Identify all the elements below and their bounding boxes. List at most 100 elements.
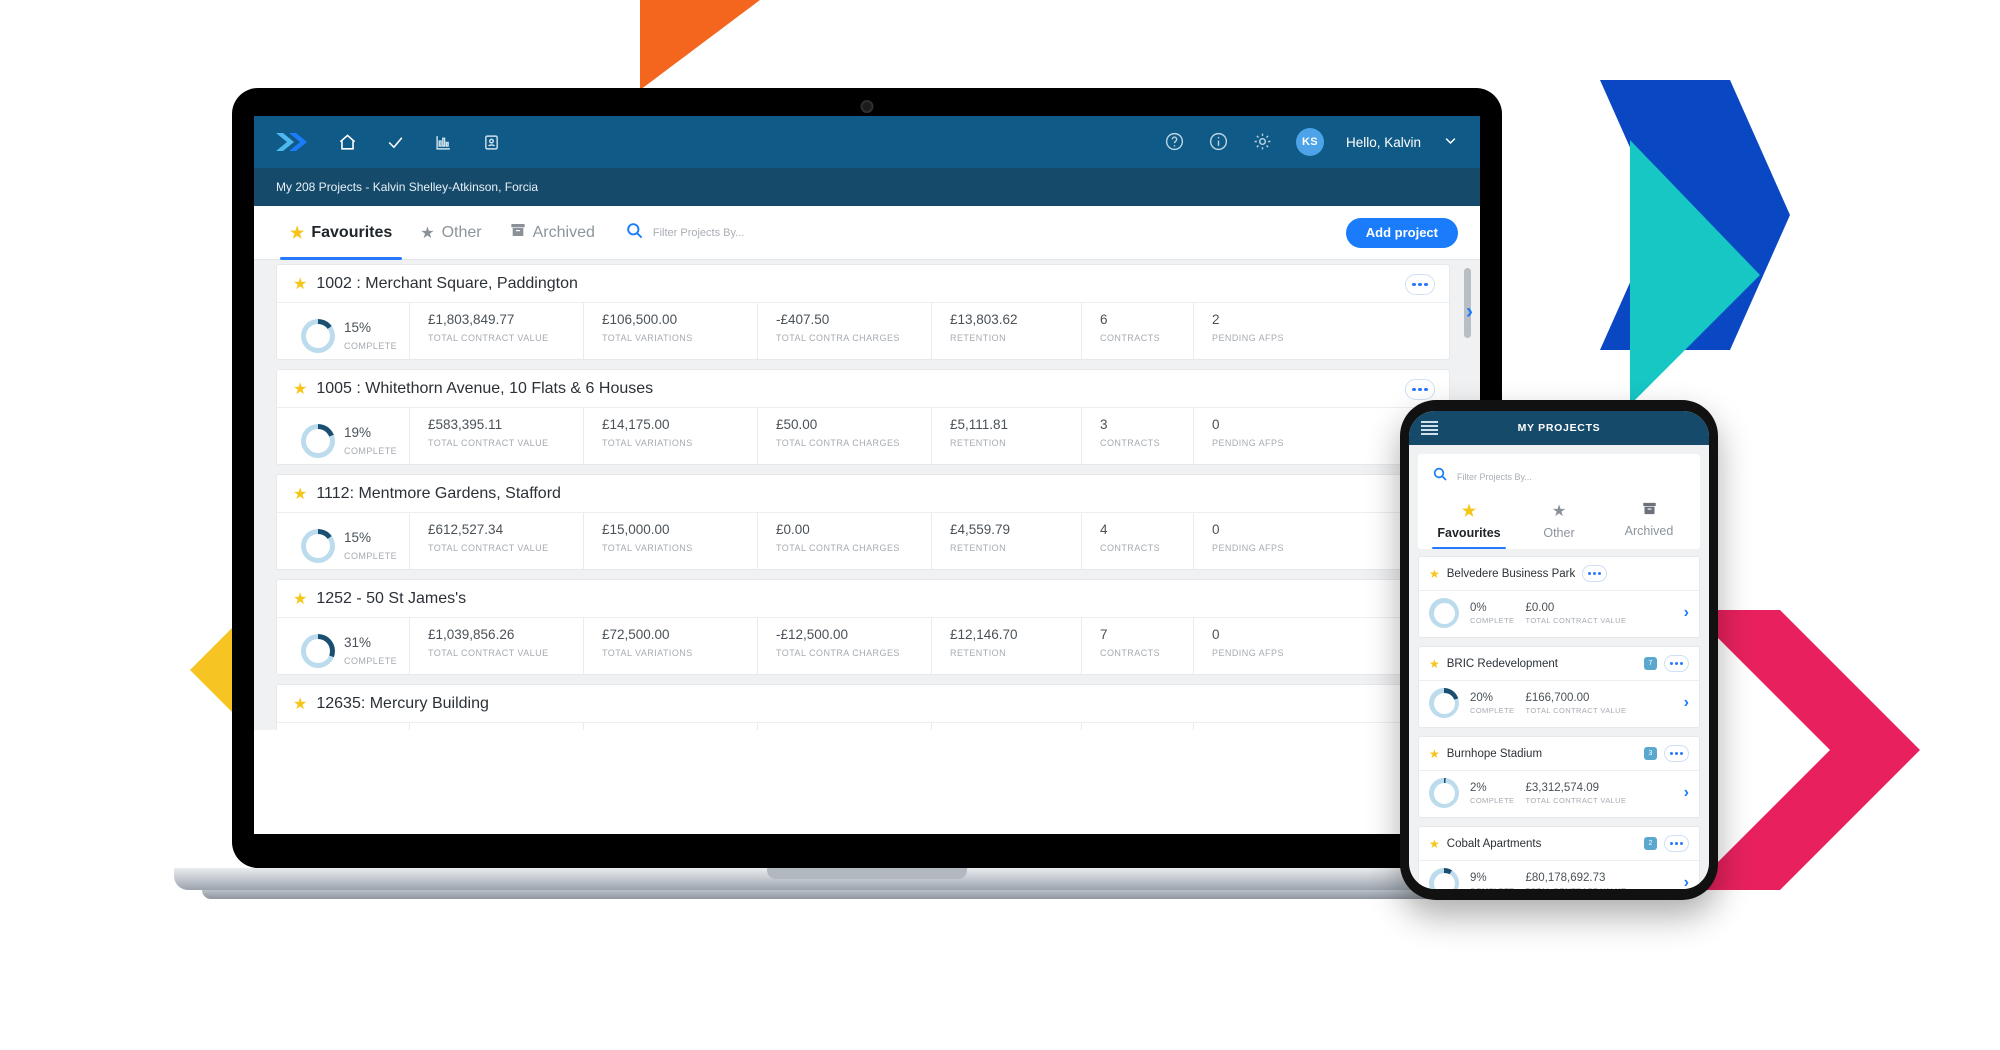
mobile-metric-contract-value: £3,312,574.09 TOTAL CONTRACT VALUE <box>1525 782 1626 805</box>
metric-contra: £50.00 TOTAL CONTRA CHARGES <box>757 408 931 464</box>
metric-variations-label: TOTAL VARIATIONS <box>602 437 693 448</box>
star-filled-icon[interactable]: ★ <box>293 694 307 714</box>
project-title: 1002 : Merchant Square, Paddington <box>316 274 578 292</box>
mobile-tab-favourites[interactable]: ★ Favourites <box>1424 497 1514 549</box>
search-placeholder: Filter Projects By... <box>652 226 745 239</box>
archive-box-icon <box>1642 501 1657 519</box>
metric-contracts-label: CONTRACTS <box>1100 437 1161 448</box>
star-filled-icon[interactable]: ★ <box>1429 567 1440 581</box>
mobile-project-list[interactable]: ★ Belvedere Business Park 0% COMPLETE £0… <box>1409 549 1709 889</box>
metric-contra-label: TOTAL CONTRA CHARGES <box>776 332 900 343</box>
tabs-toolbar: ★ Favourites ★ Other Archived Filter Pro… <box>254 206 1480 260</box>
metric-pending: 0 PENDING AFPS <box>1193 723 1305 730</box>
mobile-project-header: ★ Cobalt Apartments 2 <box>1419 827 1699 861</box>
mobile-metric-complete-value: 9% <box>1470 871 1487 884</box>
info-icon[interactable] <box>1208 131 1230 153</box>
star-filled-icon[interactable]: ★ <box>1429 837 1440 851</box>
open-project-chevron-icon[interactable]: › <box>1684 694 1689 712</box>
phone-body: MY PROJECTS Filter Projects By... ★ Favo… <box>1400 400 1718 900</box>
mobile-project-card[interactable]: ★ Cobalt Apartments 2 9% COMPLETE £80,17… <box>1418 826 1700 889</box>
project-title: 1252 - 50 St James's <box>316 589 467 607</box>
metric-complete-value: 15% <box>344 320 372 336</box>
mobile-project-card[interactable]: ★ Burnhope Stadium 3 2% COMPLETE £3,312,… <box>1418 736 1700 818</box>
metric-retention-label: RETENTION <box>950 542 1007 553</box>
open-project-chevron-icon[interactable]: › <box>1684 874 1689 889</box>
mobile-project-name: Belvedere Business Park <box>1446 567 1576 580</box>
project-card[interactable]: ★ 1112: Mentmore Gardens, Stafford 15% C… <box>276 474 1450 570</box>
app-logo-icon[interactable] <box>276 131 310 153</box>
mobile-project-header: ★ Burnhope Stadium 3 <box>1419 737 1699 771</box>
metric-contra-value: £0.00 <box>776 522 810 537</box>
metric-variations: £72,500.00 TOTAL VARIATIONS <box>583 618 757 674</box>
metric-contracts: 2 CONTRACTS <box>1081 723 1193 730</box>
project-card[interactable]: ★ 1252 - 50 St James's 31% COMPLETE £1,0… <box>276 579 1450 675</box>
mobile-tab-archived-label: Archived <box>1624 524 1674 538</box>
mobile-search-field[interactable]: Filter Projects By... <box>1418 454 1700 497</box>
tab-other[interactable]: ★ Other <box>406 206 495 260</box>
star-filled-icon[interactable]: ★ <box>293 274 307 294</box>
mobile-project-actions-menu[interactable] <box>1664 835 1689 852</box>
open-project-chevron-icon[interactable]: › <box>1684 784 1689 802</box>
open-project-chevron-icon[interactable]: › <box>1466 300 1473 324</box>
mobile-tab-other[interactable]: ★ Other <box>1514 497 1604 549</box>
metric-contra-value: -£407.50 <box>776 312 830 327</box>
project-card-header: ★ 1112: Mentmore Gardens, Stafford <box>277 475 1449 513</box>
progress-donut <box>1429 688 1459 718</box>
mobile-tab-archived[interactable]: Archived <box>1604 497 1694 549</box>
star-filled-icon[interactable]: ★ <box>293 484 307 504</box>
metric-retention: £5,111.81 RETENTION <box>931 408 1081 464</box>
metric-pending: 0 PENDING AFPS <box>1193 408 1305 464</box>
star-filled-icon[interactable]: ★ <box>293 379 307 399</box>
add-project-button[interactable]: Add project <box>1345 217 1458 248</box>
metric-variations-label: TOTAL VARIATIONS <box>602 332 693 343</box>
avatar[interactable]: KS <box>1295 128 1324 156</box>
mobile-project-actions-menu[interactable] <box>1664 745 1689 762</box>
mobile-project-metrics: 9% COMPLETE £80,178,692.73 TOTAL CONTRAC… <box>1419 861 1699 889</box>
project-list[interactable]: ★ 1002 : Merchant Square, Paddington 15%… <box>254 260 1480 730</box>
check-icon[interactable] <box>384 131 406 153</box>
star-filled-icon[interactable]: ★ <box>293 589 307 609</box>
metric-complete-value: 15% <box>344 530 372 546</box>
metric-complete: 15% COMPLETE <box>287 513 409 569</box>
star-filled-icon[interactable]: ★ <box>1429 657 1440 671</box>
metric-pending-label: PENDING AFPS <box>1212 542 1284 553</box>
chart-icon[interactable] <box>432 131 454 153</box>
project-card[interactable]: ★ 1002 : Merchant Square, Paddington 15%… <box>276 264 1473 360</box>
mobile-metric-complete: 9% COMPLETE <box>1470 872 1514 890</box>
search-field[interactable]: Filter Projects By... <box>625 221 744 245</box>
mobile-project-card[interactable]: ★ Belvedere Business Park 0% COMPLETE £0… <box>1418 556 1700 638</box>
project-actions-menu[interactable] <box>1405 379 1435 400</box>
help-icon[interactable] <box>1164 131 1186 153</box>
metric-contra: -£12,500.00 TOTAL CONTRA CHARGES <box>757 618 931 674</box>
project-card[interactable]: ★ 1005 : Whitethorn Avenue, 10 Flats & 6… <box>276 369 1450 465</box>
tab-archived[interactable]: Archived <box>496 206 609 260</box>
tab-favourites[interactable]: ★ Favourites <box>276 206 406 260</box>
gear-icon[interactable] <box>1252 131 1274 153</box>
metric-complete-value: 19% <box>344 425 372 441</box>
open-project-chevron-icon[interactable]: › <box>1684 604 1689 622</box>
home-icon[interactable] <box>336 131 358 153</box>
page-subtitle-bar: My 208 Projects - Kalvin Shelley-Atkinso… <box>254 168 1480 206</box>
metric-pending: 0 PENDING AFPS <box>1193 513 1305 569</box>
metric-retention-value: £12,146.70 <box>950 627 1018 642</box>
mobile-project-actions-menu[interactable] <box>1664 655 1689 672</box>
contact-card-icon[interactable] <box>480 131 502 153</box>
mobile-tab-favourites-label: Favourites <box>1437 526 1501 540</box>
mobile-project-actions-menu[interactable] <box>1582 565 1608 582</box>
mobile-project-card[interactable]: ★ BRIC Redevelopment 7 20% COMPLETE £166… <box>1418 646 1700 728</box>
project-card[interactable]: ★ 12635: Mercury Building 27% COMPLETE <box>276 684 1450 730</box>
star-grey-icon: ★ <box>420 224 435 242</box>
metric-variations-value: £106,500.00 <box>602 312 678 327</box>
mobile-metric-complete-label: COMPLETE <box>1470 705 1515 715</box>
laptop-device: KS Hello, Kalvin My 208 Projects - Kalvi… <box>174 88 1560 902</box>
mobile-project-metrics: 0% COMPLETE £0.00 TOTAL CONTRACT VALUE › <box>1419 591 1699 637</box>
project-actions-menu[interactable] <box>1405 274 1435 295</box>
metric-pending-value: 0 <box>1212 522 1220 537</box>
metric-pending-value: 0 <box>1212 627 1220 642</box>
metric-complete: 27% COMPLETE <box>287 723 409 730</box>
laptop-bezel: KS Hello, Kalvin My 208 Projects - Kalvi… <box>232 88 1502 868</box>
metric-variations: £106,500.00 TOTAL VARIATIONS <box>583 303 757 359</box>
chevron-down-icon[interactable] <box>1443 133 1458 151</box>
mobile-metric-contract-value-label: TOTAL CONTRACT VALUE <box>1525 886 1626 890</box>
star-filled-icon[interactable]: ★ <box>1429 747 1440 761</box>
